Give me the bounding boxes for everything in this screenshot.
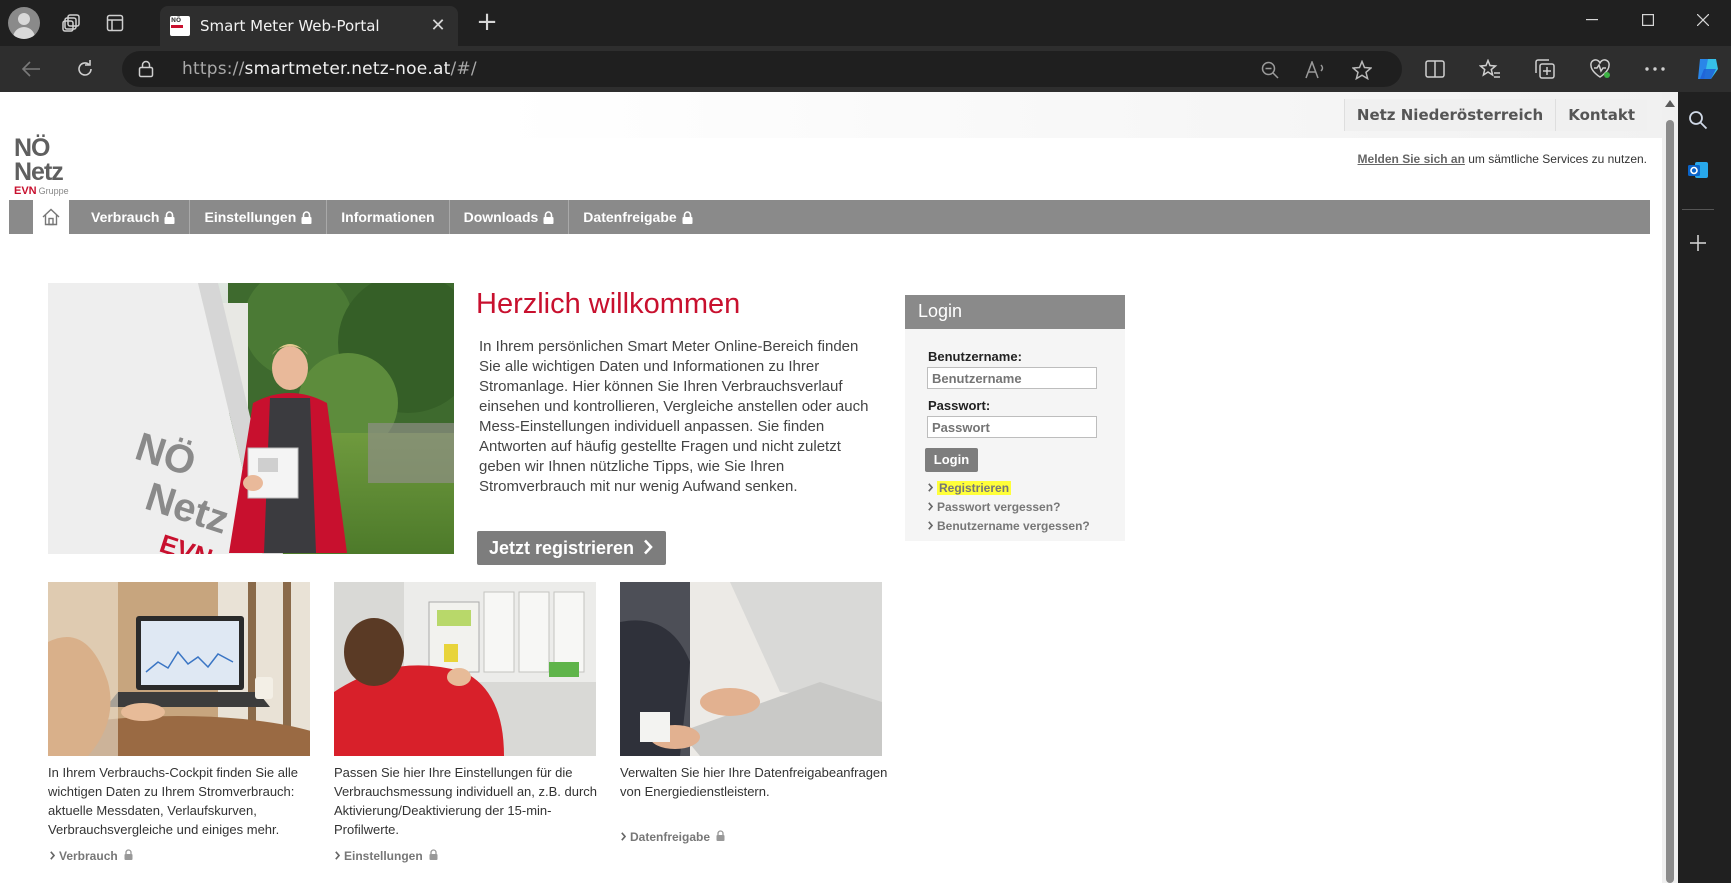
register-link[interactable]: Registrieren [928,481,1012,495]
address-bar[interactable]: https://smartmeter.netz-noe.at/#/ [122,51,1402,87]
sidebar-add-icon[interactable] [1684,229,1712,257]
lock-icon [543,210,554,224]
login-prompt: Melden Sie sich an um sämtliche Services… [1357,152,1647,166]
lock-icon [164,210,175,224]
read-aloud-icon[interactable] [1304,58,1328,82]
card-link-einstellungen[interactable]: Einstellungen [335,849,438,863]
card-image-laptop-cockpit [48,582,310,756]
welcome-title: Herzlich willkommen [476,288,741,320]
chevron-right-icon [621,832,627,841]
nav-item-verbrauch[interactable]: Verbrauch [77,200,189,234]
favorite-star-icon[interactable] [1350,58,1374,82]
split-screen-icon[interactable] [1422,57,1448,81]
tab-title: Smart Meter Web-Portal [200,17,380,35]
back-icon[interactable] [18,57,44,81]
window-close-icon[interactable] [1675,0,1731,40]
company-logo[interactable]: NÖ Netz EVN Gruppe [14,136,69,198]
card-image-laptop-hands [620,582,882,756]
username-input[interactable] [927,367,1097,389]
card-text-datenfreigabe: Verwalten Sie hier Ihre Datenfreigabeanf… [620,765,888,799]
card-image-meter-cabinet [334,582,596,756]
maximize-icon[interactable] [1620,0,1676,40]
nav-item-datenfreigabe[interactable]: Datenfreigabe [568,200,706,234]
chevron-right-icon [928,521,933,530]
lock-icon [301,210,312,224]
welcome-text: In Ihrem persönlichen Smart Meter Online… [479,338,869,495]
scroll-up-icon[interactable] [1665,100,1675,107]
top-link-netz-noe[interactable]: Netz Niederösterreich [1343,99,1556,131]
login-panel: Login Benutzername: Passwort: Login Regi… [905,295,1125,541]
username-label: Benutzername: [928,349,1022,364]
chevron-right-icon [335,851,341,860]
login-prompt-link[interactable]: Melden Sie sich an [1358,152,1465,166]
top-link-kontakt[interactable]: Kontakt [1555,99,1647,131]
card-text-einstellungen: Passen Sie hier Ihre Einstellungen für d… [334,765,598,837]
card-text-verbrauch: In Ihrem Verbrauchs-Cockpit finden Sie a… [48,765,299,837]
forgot-username-link[interactable]: Benutzername vergessen? [928,519,1090,533]
lock-icon [682,210,693,224]
password-input[interactable] [927,416,1097,438]
scrollbar-thumb[interactable] [1666,120,1674,883]
profile-avatar-icon[interactable] [8,7,40,39]
top-link-bar: Netz Niederösterreich Kontakt [0,92,1662,138]
chevron-right-icon [928,483,933,492]
page-scrollbar[interactable] [1662,92,1678,883]
url-text[interactable]: https://smartmeter.netz-noe.at/#/ [182,59,477,79]
nav-item-informationen[interactable]: Informationen [326,200,448,234]
login-button[interactable]: Login [925,448,978,472]
site-lock-icon[interactable] [138,60,154,82]
card-link-datenfreigabe[interactable]: Datenfreigabe [621,830,725,844]
register-now-button[interactable]: Jetzt registrieren [477,531,666,565]
zoom-out-icon[interactable] [1258,58,1282,82]
sidebar-search-icon[interactable] [1684,106,1712,134]
browser-tab-bar: NÖ Smart Meter Web-Portal ✕ + [0,0,1731,46]
more-options-icon[interactable] [1642,57,1668,81]
browser-essentials-icon[interactable] [1587,57,1613,81]
page-viewport: Netz Niederösterreich Kontakt NÖ Netz EV… [0,92,1662,883]
tab-actions-icon[interactable] [103,11,127,35]
password-label: Passwort: [928,398,991,413]
refresh-icon[interactable] [72,57,98,81]
browser-toolbar: https://smartmeter.netz-noe.at/#/ [0,46,1731,92]
lock-icon [429,849,438,860]
lock-icon [124,849,133,860]
new-tab-icon[interactable]: + [474,9,500,36]
home-icon[interactable] [33,200,69,234]
copilot-icon[interactable] [1693,54,1723,84]
active-tab[interactable]: NÖ Smart Meter Web-Portal ✕ [160,6,458,46]
card-link-verbrauch[interactable]: Verbrauch [50,849,133,863]
chevron-right-icon [50,851,56,860]
chevron-right-icon [644,539,653,555]
main-navigation: Verbrauch Einstellungen Informationen Do… [9,200,1650,234]
hero-image-technician: NÖ Netz EVN [48,283,454,554]
collections-icon[interactable] [1532,57,1558,81]
login-panel-title: Login [905,295,1125,329]
nav-item-einstellungen[interactable]: Einstellungen [189,200,326,234]
outlook-icon[interactable] [1684,156,1712,184]
chevron-right-icon [928,502,933,511]
minimize-icon[interactable] [1564,0,1620,40]
nav-item-downloads[interactable]: Downloads [448,200,569,234]
sidebar-divider [1682,209,1714,210]
favorites-icon[interactable] [1477,57,1503,81]
tab-favicon-icon: NÖ [170,16,190,36]
lock-icon [716,830,725,841]
tab-close-icon[interactable]: ✕ [428,16,448,36]
workspaces-icon[interactable] [60,11,84,35]
forgot-password-link[interactable]: Passwort vergessen? [928,500,1060,514]
